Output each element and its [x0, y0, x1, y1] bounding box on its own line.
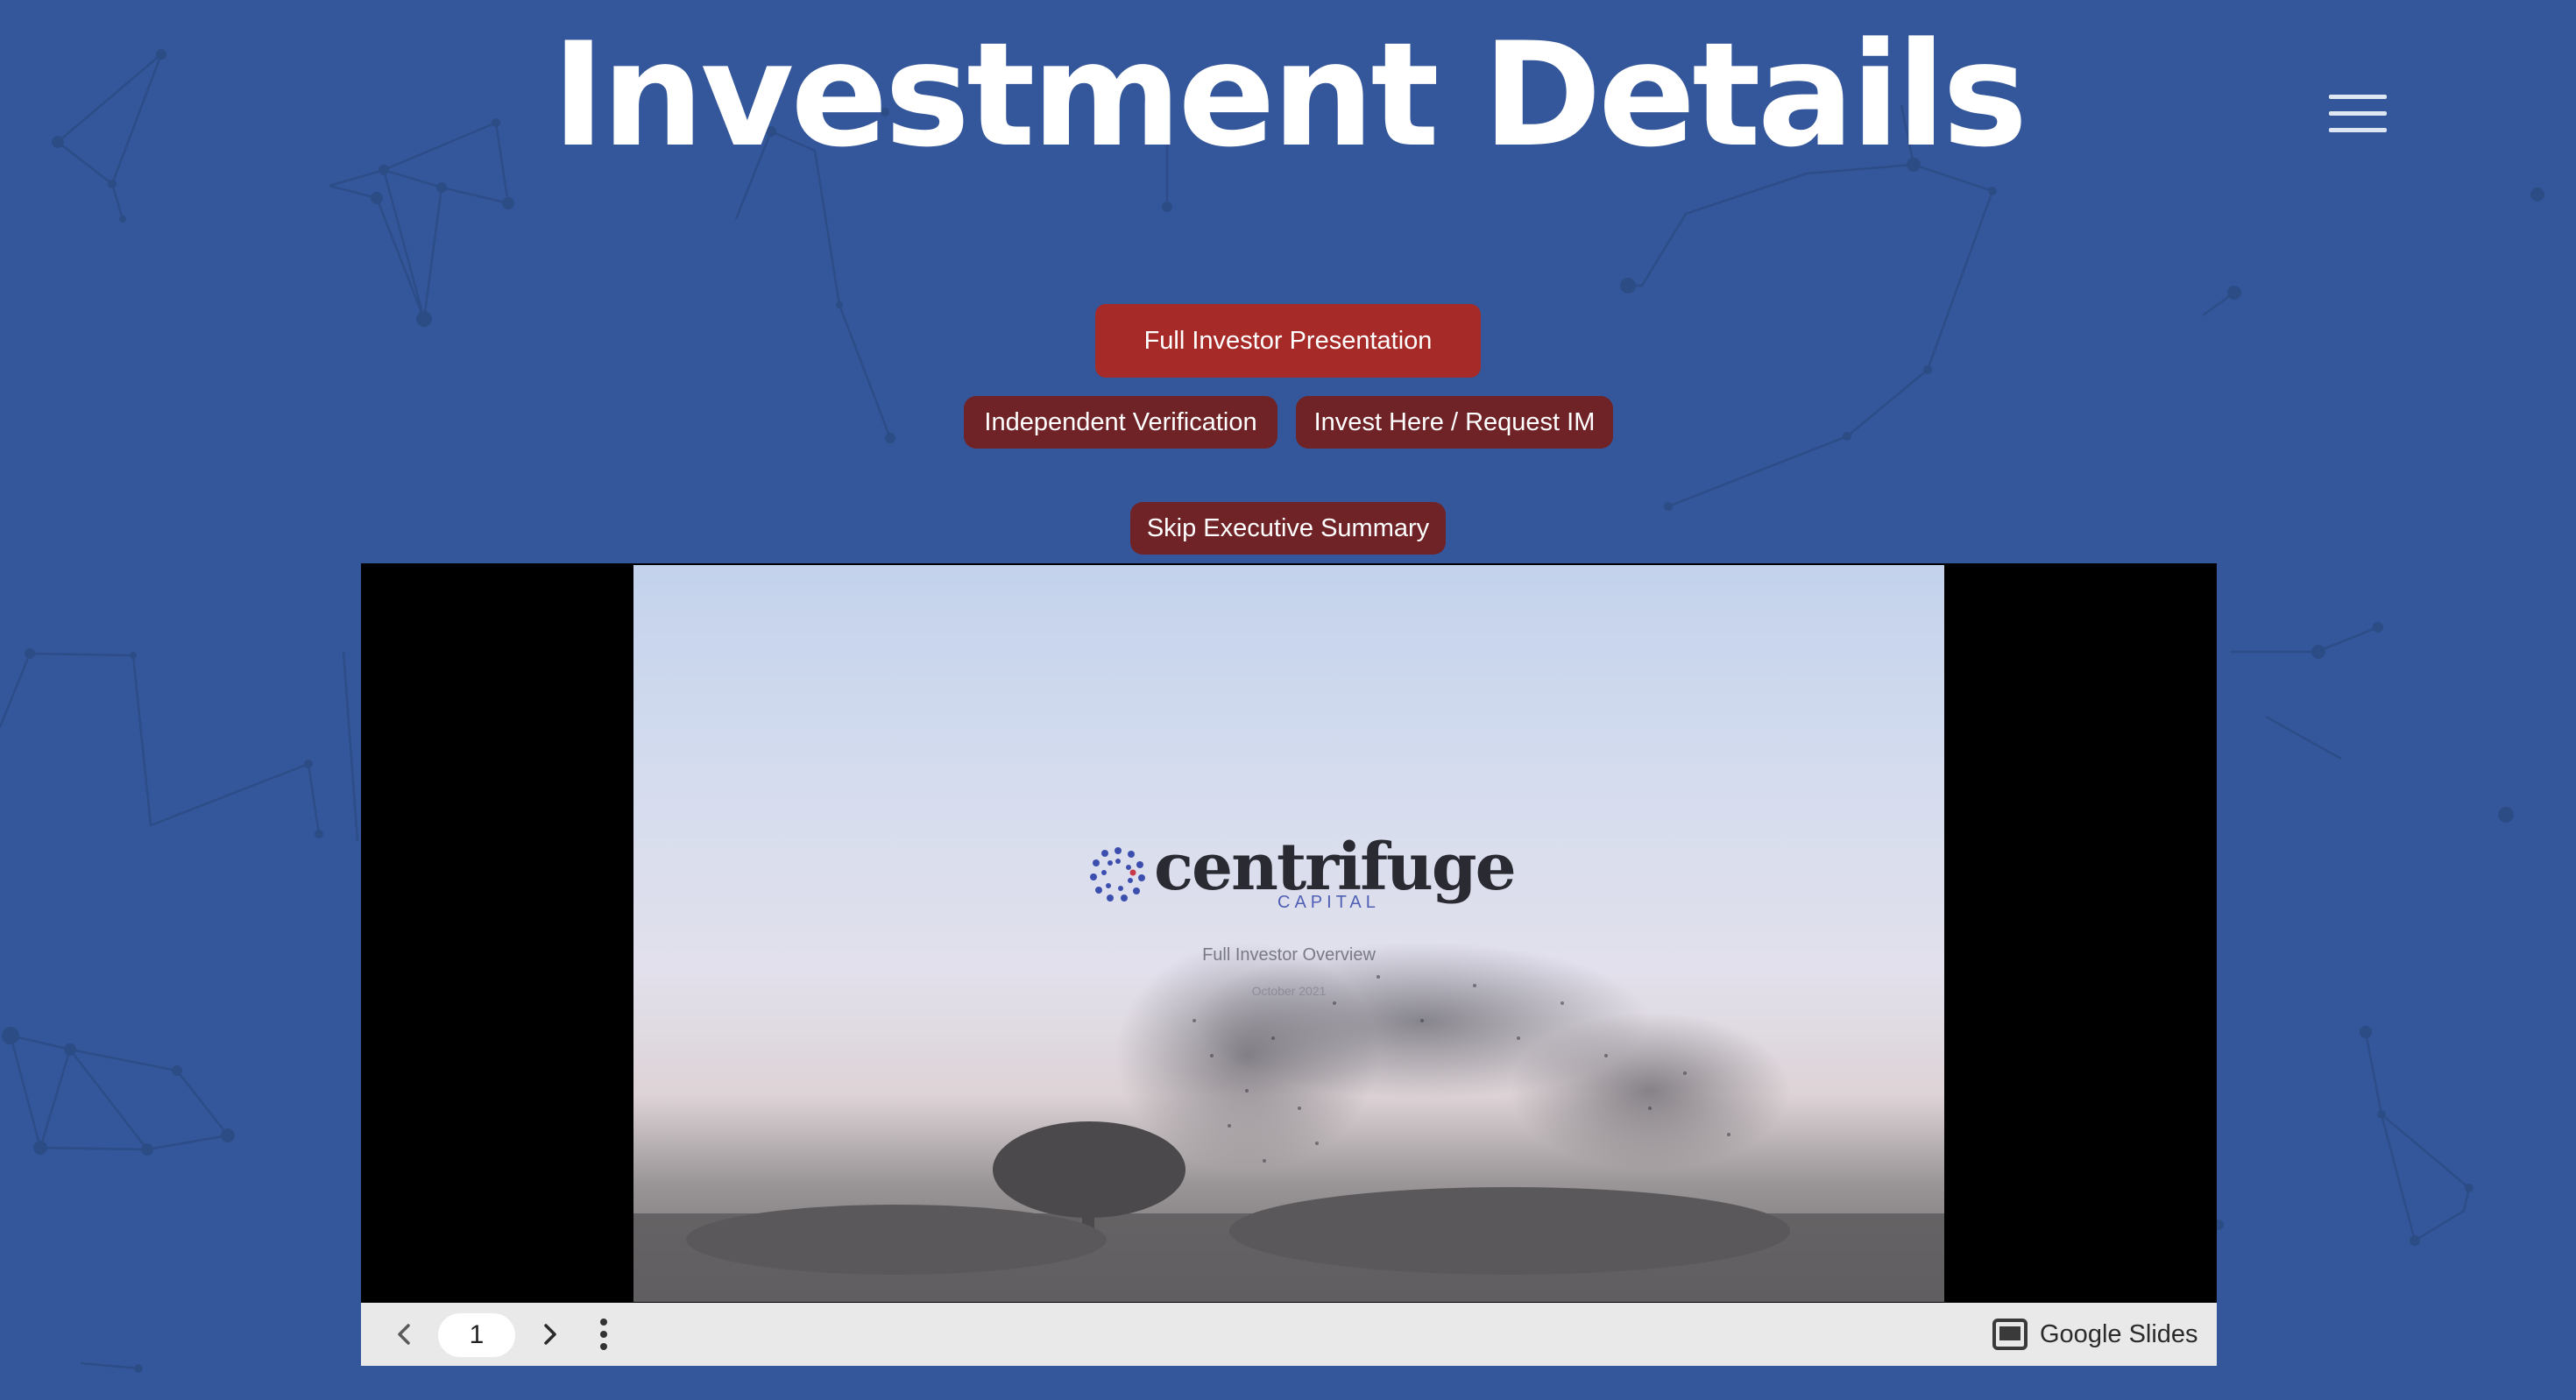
slide-subtitle: Full Investor Overview	[1202, 945, 1376, 965]
slides-icon	[1992, 1319, 2028, 1350]
page-number-field[interactable]: 1	[438, 1313, 515, 1357]
slide-brand-sub: CAPITAL	[1277, 893, 1380, 912]
full-investor-presentation-button[interactable]: Full Investor Presentation	[1095, 304, 1481, 378]
slide-date: October 2021	[1251, 984, 1327, 998]
slides-embed[interactable]: centrifuge CAPITAL Full Investor Overvie…	[361, 563, 2217, 1366]
slides-control-bar: 1 Google Slides	[361, 1303, 2217, 1366]
more-vertical-icon[interactable]	[591, 1315, 617, 1354]
chevron-left-icon[interactable]	[387, 1317, 422, 1352]
google-slides-label: Google Slides	[2040, 1319, 2198, 1348]
centrifuge-logo	[1090, 847, 1145, 902]
page-title: Investment Details	[551, 11, 2028, 179]
skip-executive-summary-button[interactable]: Skip Executive Summary	[1130, 502, 1446, 555]
hamburger-menu-icon[interactable]	[2329, 95, 2392, 133]
google-slides-link[interactable]: Google Slides	[1992, 1315, 2198, 1354]
independent-verification-button[interactable]: Independent Verification	[964, 396, 1277, 449]
invest-request-im-button[interactable]: Invest Here / Request IM	[1296, 396, 1613, 449]
slide-canvas[interactable]: centrifuge CAPITAL Full Investor Overvie…	[633, 565, 1944, 1302]
chevron-right-icon[interactable]	[532, 1317, 567, 1352]
